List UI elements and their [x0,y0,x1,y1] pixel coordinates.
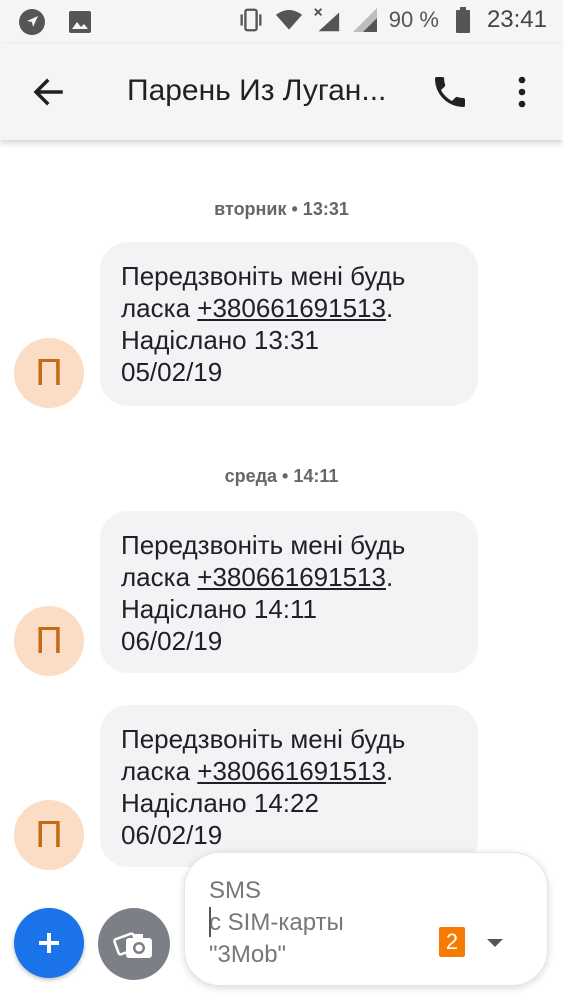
call-button[interactable] [430,72,470,112]
date-separator: вторник • 13:31 [214,199,349,219]
camera-gallery-icon [113,932,152,958]
phone-icon [435,77,465,107]
wifi-icon [275,6,303,34]
message-text-line: 06/02/19 [121,626,223,656]
sim-dropdown-button[interactable] [483,933,507,953]
signal-icon [351,6,379,34]
add-attachment-button[interactable] [14,908,84,978]
message-bubble[interactable]: Передзвоніть мені будь ласка +3806616915… [100,242,478,406]
camera-button[interactable] [98,908,170,980]
arrow-back-icon [33,78,63,106]
status-bar: 90 % 23:41 [0,0,563,44]
avatar[interactable]: П [14,606,84,676]
message-bubble[interactable]: Передзвоніть мені будь ласка +3806616915… [100,705,478,867]
battery-percent: 90 % [388,7,439,32]
plus-icon [39,933,59,953]
phone-link[interactable]: +380661691513 [197,293,386,323]
compose-placeholder: SMS с SIM-карты "3Mob" [209,877,344,968]
avatar[interactable]: П [14,800,84,870]
message-text-line: 06/02/19 [121,820,223,850]
message-text-line: ласка +380661691513. [121,293,394,323]
message-text-line: ласка +380661691513. [121,756,394,786]
navigation-icon [18,8,46,36]
message-text-line: Передзвоніть мені будь [121,724,406,754]
conversation-title: Парень Из Луган... [127,74,387,107]
message-text-line: Надіслано 13:31 [121,325,319,355]
message-text-line: ласка +380661691513. [121,562,394,592]
clock: 23:41 [486,6,547,33]
message-text-line: Надіслано 14:22 [121,788,319,818]
back-button[interactable] [28,72,68,112]
image-icon [66,8,94,36]
more-options-button[interactable] [510,72,534,112]
text-cursor [209,907,211,937]
date-separator: среда • 14:11 [224,466,339,486]
no-signal-icon [313,6,341,34]
message-text-line: Передзвоніть мені будь [121,261,406,291]
phone-link[interactable]: +380661691513 [197,756,386,786]
dropdown-arrow-icon [487,939,503,947]
more-vert-icon [518,76,526,108]
avatar[interactable]: П [14,338,84,408]
message-text-line: 05/02/19 [121,357,223,387]
message-compose-box[interactable]: SMS с SIM-карты "3Mob" 2 [184,852,548,986]
battery-icon [449,6,477,34]
message-text-line: Надіслано 14:11 [121,594,317,624]
sim-selector-badge[interactable]: 2 [439,927,465,957]
phone-link[interactable]: +380661691513 [197,562,386,592]
app-bar: Парень Из Луган... [0,44,563,140]
vibrate-icon [237,6,265,34]
message-text-line: Передзвоніть мені будь [121,530,406,560]
message-bubble[interactable]: Передзвоніть мені будь ласка +3806616915… [100,511,478,673]
